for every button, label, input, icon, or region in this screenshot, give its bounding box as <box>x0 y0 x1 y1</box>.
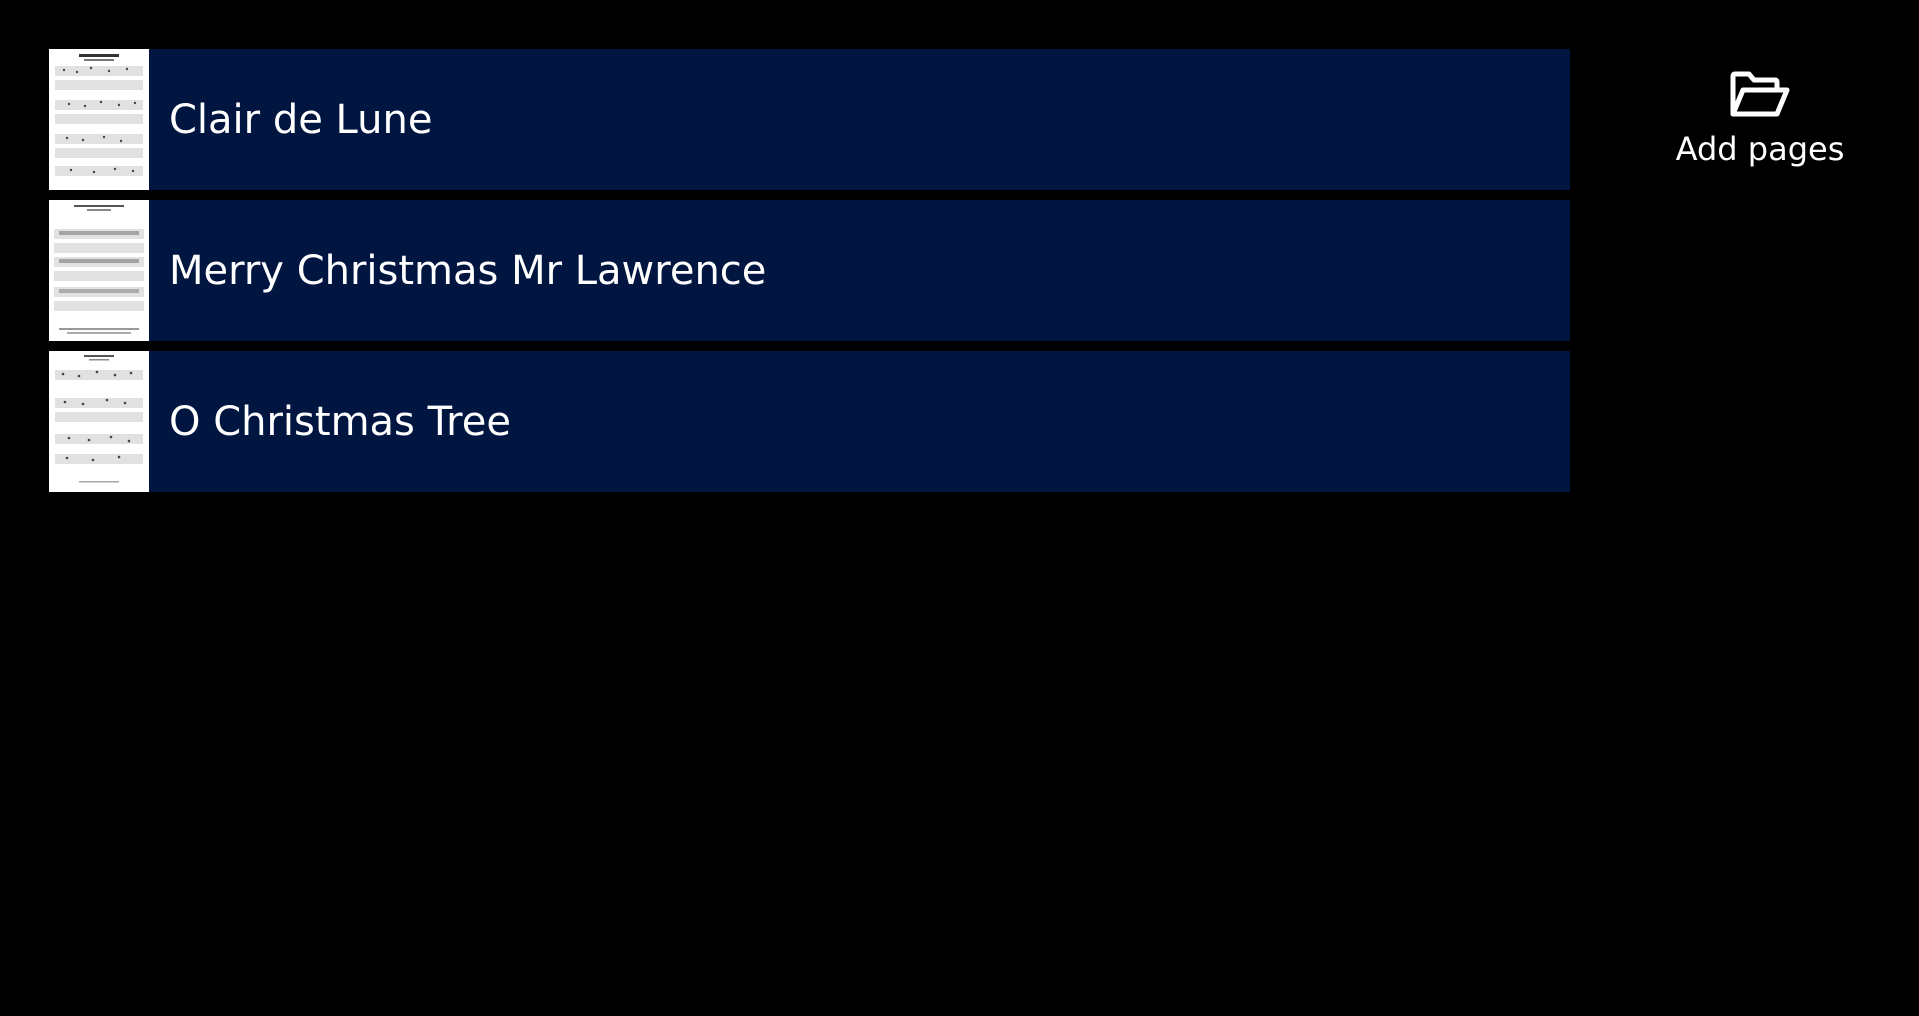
sheet-music-thumbnail <box>49 49 149 190</box>
song-list: Clair de Lune Merry Christmas Mr Lawrenc… <box>49 49 1570 502</box>
sheet-music-thumbnail <box>49 200 149 341</box>
app-screen: Clair de Lune Merry Christmas Mr Lawrenc… <box>0 0 1919 1016</box>
song-item[interactable]: O Christmas Tree <box>49 351 1570 492</box>
add-pages-label: Add pages <box>1675 130 1845 168</box>
song-item[interactable]: Clair de Lune <box>49 49 1570 190</box>
add-pages-button[interactable]: Add pages <box>1660 70 1860 190</box>
folder-open-icon <box>1730 71 1790 117</box>
song-title: Clair de Lune <box>169 96 433 143</box>
sheet-music-thumbnail <box>49 351 149 492</box>
song-title: O Christmas Tree <box>169 398 511 445</box>
song-item[interactable]: Merry Christmas Mr Lawrence <box>49 200 1570 341</box>
song-title: Merry Christmas Mr Lawrence <box>169 247 767 294</box>
